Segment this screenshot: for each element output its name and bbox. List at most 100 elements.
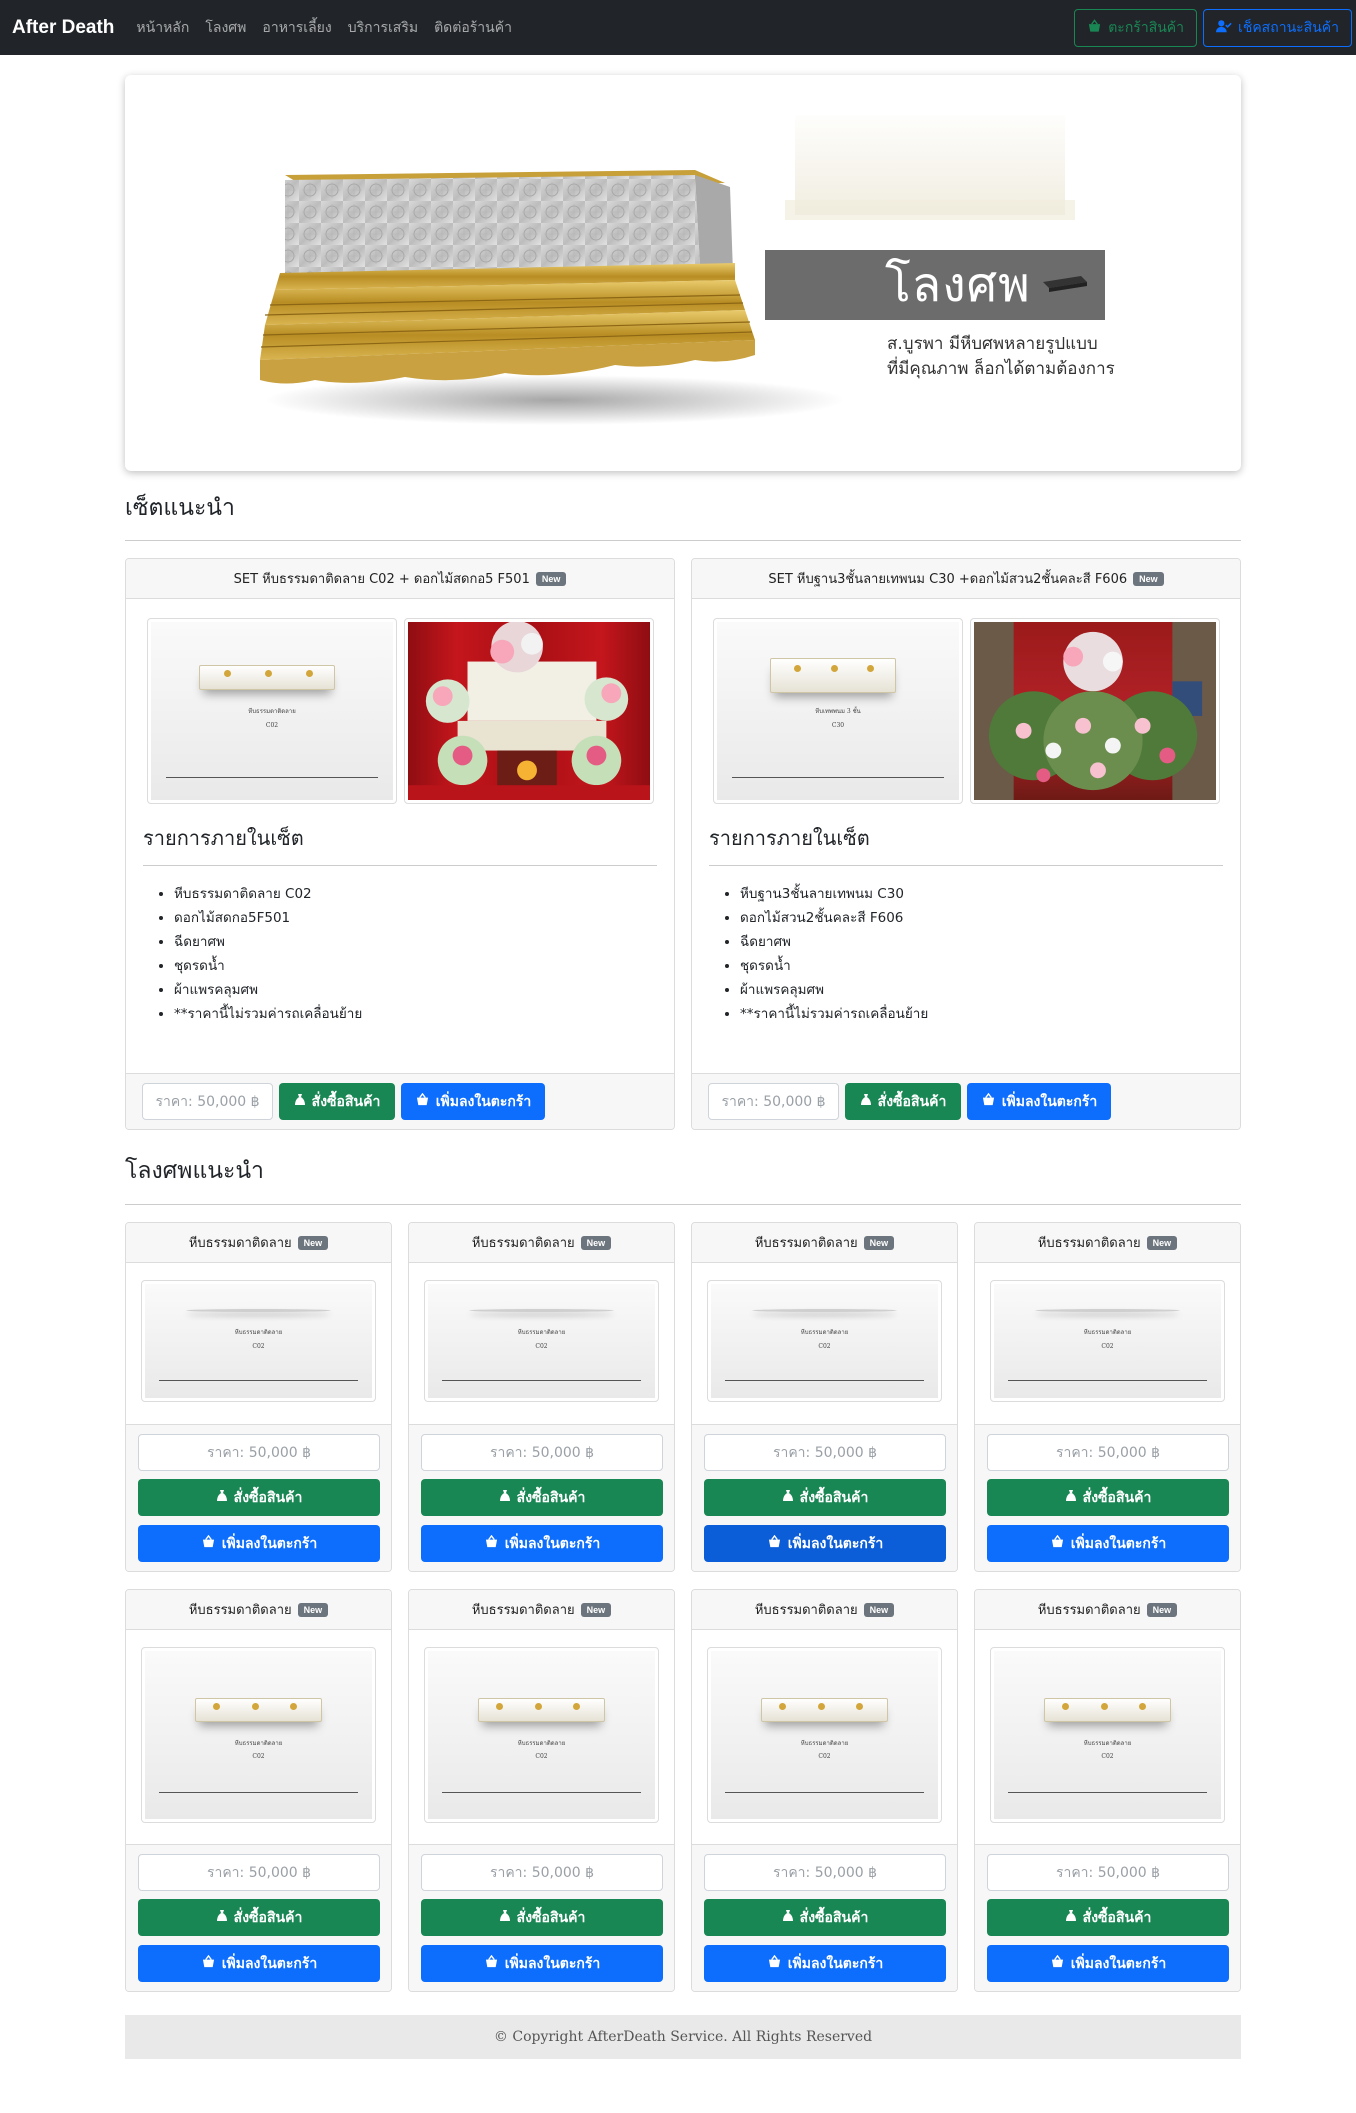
hero-subtitle-line2: ที่มีคุณภาพ ล็อกได้ตามต้องการ	[887, 359, 1115, 379]
set-item: ชุดรดน้ำ	[174, 954, 362, 978]
nav-link-contact[interactable]: ติดต่อร้านค้า	[434, 17, 512, 39]
new-badge: New	[580, 1602, 612, 1617]
product-image[interactable]: หีบธรรมดาติดลาย C02	[424, 1280, 659, 1402]
product-add-cart-button[interactable]: เพิ่มลงในตะกร้า	[421, 1945, 663, 1982]
brand-logo[interactable]: After Death	[12, 17, 114, 39]
product-image-caption: หีบธรรมดาติดลาย	[1083, 1740, 1132, 1748]
basket-icon	[201, 1954, 216, 1972]
product-add-cart-button[interactable]: เพิ่มลงในตะกร้า	[987, 1945, 1229, 1982]
product-price-field: ราคา: 50,000 ฿	[704, 1434, 946, 1471]
set-item: ฉีดยาศพ	[174, 930, 362, 954]
nav-link-home[interactable]: หน้าหลัก	[136, 17, 189, 39]
set-buy-button[interactable]: สั่งซื้อสินค้า	[279, 1083, 395, 1120]
product-image[interactable]: หีบธรรมดาติดลาย C02	[424, 1647, 659, 1823]
set-card-header: SET หีบฐาน3ชั้นลายเทพนม C30 +ดอกไม้สวน2ช…	[692, 559, 1240, 599]
new-badge: New	[297, 1235, 329, 1250]
hero-subtitle-line1: ส.บูรพา มีหีบศพหลายรูปแบบ	[887, 334, 1098, 354]
set-add-cart-button[interactable]: เพิ่มลงในตะกร้า	[401, 1083, 545, 1120]
nav-check-status-label: เช็คสถานะสินค้า	[1238, 20, 1339, 36]
set-flower-image[interactable]	[404, 618, 654, 804]
set-item: หีบฐาน3ชั้นลายเทพนม C30	[740, 882, 928, 906]
set-image-code: C30	[831, 721, 845, 729]
sets-section-title: เซ็ตแนะนำ	[125, 495, 235, 521]
coffin-icon	[1041, 272, 1089, 298]
product-name: หีบธรรมดาติดลาย	[471, 1236, 575, 1251]
product-image[interactable]: หีบธรรมดาติดลาย C02	[990, 1647, 1225, 1823]
product-add-cart-label: เพิ่มลงในตะกร้า	[1070, 1535, 1167, 1552]
nav-check-status-button[interactable]: เช็คสถานะสินค้า	[1203, 9, 1352, 47]
product-add-cart-button[interactable]: เพิ่มลงในตะกร้า	[138, 1525, 380, 1562]
product-image[interactable]: หีบธรรมดาติดลาย C02	[707, 1647, 942, 1823]
product-buy-button[interactable]: สั่งซื้อสินค้า	[987, 1899, 1229, 1936]
set-add-cart-button[interactable]: เพิ่มลงในตะกร้า	[967, 1083, 1111, 1120]
set-price-field: ราคา: 50,000 ฿	[142, 1083, 273, 1120]
set-coffin-image[interactable]: หีบธรรมดาติดลาย C02	[147, 618, 397, 804]
new-badge: New	[1133, 571, 1164, 586]
product-card-footer: ราคา: 50,000 ฿ สั่งซื้อสินค้า เพิ่มลงในต…	[692, 1424, 957, 1571]
product-card-header: หีบธรรมดาติดลาย New	[126, 1223, 391, 1263]
set-items-divider	[143, 865, 657, 866]
product-card-5: หีบธรรมดาติดลาย New หีบธรรมดาติดลาย C02 …	[125, 1589, 392, 1992]
set-item: ดอกไม้สดกอ5F501	[174, 906, 362, 930]
set-buy-button[interactable]: สั่งซื้อสินค้า	[845, 1083, 961, 1120]
product-price-field: ราคา: 50,000 ฿	[987, 1434, 1229, 1471]
basket-icon	[484, 1954, 499, 1972]
nav-link-services[interactable]: บริการเสริม	[348, 17, 418, 39]
product-buy-button[interactable]: สั่งซื้อสินค้า	[138, 1899, 380, 1936]
product-buy-label: สั่งซื้อสินค้า	[1082, 1489, 1152, 1506]
product-add-cart-button[interactable]: เพิ่มลงในตะกร้า	[138, 1945, 380, 1982]
product-add-cart-label: เพิ่มลงในตะกร้า	[221, 1535, 318, 1552]
product-image[interactable]: หีบธรรมดาติดลาย C02	[141, 1280, 376, 1402]
product-buy-button[interactable]: สั่งซื้อสินค้า	[987, 1479, 1229, 1516]
set-image-caption: หีบเทพพนม 3 ชั้น	[815, 707, 861, 715]
set-coffin-image[interactable]: หีบเทพพนม 3 ชั้น C30	[713, 618, 963, 804]
product-card-header: หีบธรรมดาติดลาย New	[692, 1223, 957, 1263]
coffins-divider	[125, 1204, 1241, 1205]
money-bag-icon	[782, 1489, 794, 1506]
set-items-heading: รายการภายในเซ็ต	[143, 826, 304, 850]
product-buy-button[interactable]: สั่งซื้อสินค้า	[138, 1479, 380, 1516]
money-bag-icon	[216, 1489, 228, 1506]
product-add-cart-label: เพิ่มลงในตะกร้า	[787, 1955, 884, 1972]
set-item: ผ้าแพรคลุมศพ	[174, 978, 362, 1002]
product-buy-button[interactable]: สั่งซื้อสินค้า	[704, 1479, 946, 1516]
hero-subtitle: ส.บูรพา มีหีบศพหลายรูปแบบ ที่มีคุณภาพ ล็…	[887, 332, 1115, 382]
product-buy-label: สั่งซื้อสินค้า	[799, 1489, 869, 1506]
set-card-header: SET หีบธรรมดาติดลาย C02 + ดอกไม้สดกอ5 F5…	[126, 559, 674, 599]
product-image-caption: หีบธรรมดาติดลาย	[1083, 1329, 1132, 1337]
basket-icon	[1087, 19, 1102, 37]
hero-banner: โลงศพ ส.บูรพา มีหีบศพหลายรูปแบบ ที่มีคุณ…	[125, 75, 1241, 471]
product-add-cart-button[interactable]: เพิ่มลงในตะกร้า	[987, 1525, 1229, 1562]
set-item: **ราคานี้ไม่รวมค่ารถเคลื่อนย้าย	[740, 1002, 928, 1026]
product-image[interactable]: หีบธรรมดาติดลาย C02	[707, 1280, 942, 1402]
money-bag-icon	[294, 1093, 306, 1110]
product-buy-button[interactable]: สั่งซื้อสินค้า	[704, 1899, 946, 1936]
product-image[interactable]: หีบธรรมดาติดลาย C02	[141, 1647, 376, 1823]
product-image-caption: หีบธรรมดาติดลาย	[517, 1329, 566, 1337]
set-item: **ราคานี้ไม่รวมค่ารถเคลื่อนย้าย	[174, 1002, 362, 1026]
product-name: หีบธรรมดาติดลาย	[471, 1603, 575, 1618]
product-price-field: ราคา: 50,000 ฿	[421, 1434, 663, 1471]
product-add-cart-label: เพิ่มลงในตะกร้า	[504, 1535, 601, 1552]
product-add-cart-button[interactable]: เพิ่มลงในตะกร้า	[421, 1525, 663, 1562]
product-buy-button[interactable]: สั่งซื้อสินค้า	[421, 1899, 663, 1936]
product-image-code: C02	[252, 1753, 265, 1761]
product-image-code: C02	[1101, 1343, 1114, 1351]
nav-cart-button[interactable]: ตะกร้าสินค้า	[1074, 9, 1198, 47]
money-bag-icon	[1065, 1489, 1077, 1506]
hero-title: โลงศพ	[885, 257, 1031, 313]
product-price-field: ราคา: 50,000 ฿	[704, 1854, 946, 1891]
nav-link-coffins[interactable]: โลงศพ	[205, 17, 246, 39]
set-flower-image[interactable]	[970, 618, 1220, 804]
product-add-cart-button[interactable]: เพิ่มลงในตะกร้า	[704, 1525, 946, 1562]
product-add-cart-button[interactable]: เพิ่มลงในตะกร้า	[704, 1945, 946, 1982]
product-buy-label: สั่งซื้อสินค้า	[233, 1909, 303, 1926]
product-card-4: หีบธรรมดาติดลาย New หีบธรรมดาติดลาย C02 …	[974, 1222, 1241, 1572]
money-bag-icon	[499, 1909, 511, 1926]
product-image-caption: หีบธรรมดาติดลาย	[800, 1740, 849, 1748]
product-buy-button[interactable]: สั่งซื้อสินค้า	[421, 1479, 663, 1516]
product-image[interactable]: หีบธรรมดาติดลาย C02	[990, 1280, 1225, 1402]
product-name: หีบธรรมดาติดลาย	[754, 1236, 858, 1251]
nav-link-food[interactable]: อาหารเลี้ยง	[262, 17, 331, 39]
product-buy-label: สั่งซื้อสินค้า	[799, 1909, 869, 1926]
